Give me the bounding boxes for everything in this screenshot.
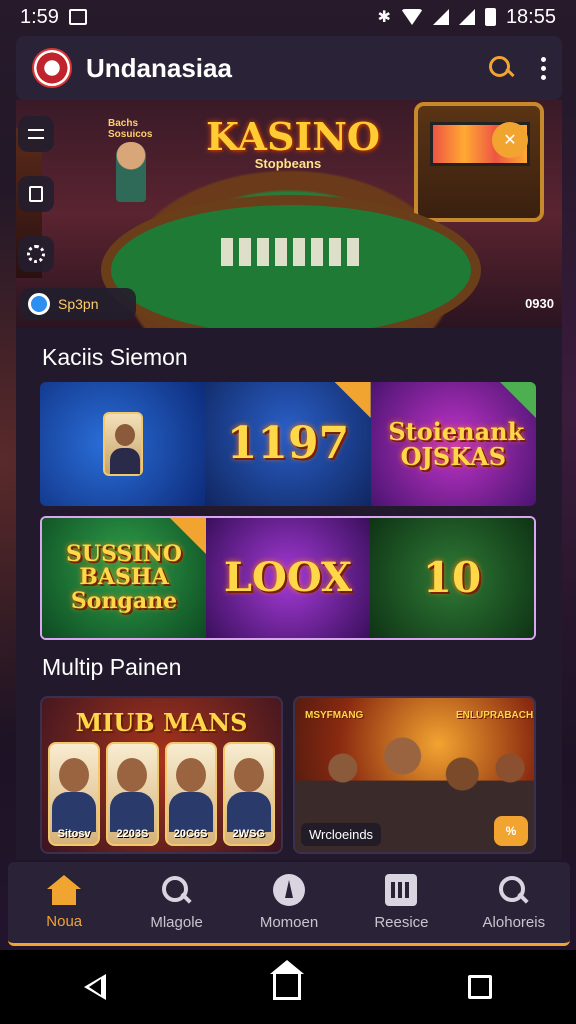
status-bar: 1:59 ✱ 18:55 xyxy=(0,0,576,34)
featured-title: MIUB MANS xyxy=(75,708,248,737)
character-label: 20C6S xyxy=(173,828,208,840)
corner-badge-icon xyxy=(334,382,371,418)
bonus-badge-icon[interactable]: ✕ xyxy=(492,122,528,158)
status-time: 1:59 xyxy=(20,5,59,28)
hero-count: 0930 xyxy=(525,296,554,311)
face-icon xyxy=(233,758,264,792)
signal-icon xyxy=(432,9,449,25)
nav-label: Momoen xyxy=(259,914,319,931)
content-panel: Kaciis Siemon 1197 Stoienank OJSKAS SUSS… xyxy=(16,328,562,860)
hero-subtitle: Stopbeans xyxy=(254,156,322,171)
hero-chip-label: Sp3pn xyxy=(58,296,99,312)
system-nav-bar xyxy=(0,950,576,1024)
nav-item-explore[interactable]: Momoen xyxy=(233,862,345,943)
nav-label: Mlagole xyxy=(150,914,203,931)
game-row-1: 1197 Stoienank OJSKAS xyxy=(40,382,536,506)
corner-badge-icon xyxy=(499,382,536,418)
face-icon xyxy=(117,758,148,792)
home-icon xyxy=(47,875,82,905)
game-tile-loox[interactable]: LOOX xyxy=(206,518,370,638)
game-tile-1197[interactable]: 1197 xyxy=(205,382,371,506)
nav-label: Reesice xyxy=(374,914,429,931)
grid-icon xyxy=(29,186,43,202)
section-title-games: Kaciis Siemon xyxy=(42,344,188,370)
battery-icon xyxy=(484,8,496,26)
search-icon xyxy=(160,874,194,906)
character-card[interactable]: 2203S xyxy=(106,742,159,846)
recents-icon[interactable] xyxy=(468,975,493,999)
settings-button[interactable] xyxy=(18,236,54,272)
featured-caption: Wrcloeinds xyxy=(301,823,382,846)
nav-item-search[interactable]: Mlagole xyxy=(120,862,232,943)
nav-item-more-search[interactable]: Alohoreis xyxy=(458,862,570,943)
featured-row: MIUB MANS Sitosv 2203S 20C6S 2WSG MSYFMA… xyxy=(40,696,536,854)
game-tile-label: 10 xyxy=(422,552,482,602)
status-clock-right: 18:55 xyxy=(505,5,556,28)
game-tile-label: Stoienank OJSKAS xyxy=(388,416,525,471)
dealer-illustration xyxy=(116,142,146,202)
bluetooth-icon: ✱ xyxy=(377,9,391,26)
nav-label: Noua xyxy=(46,913,83,930)
search-icon[interactable] xyxy=(487,54,515,82)
cards-illustration xyxy=(221,238,361,266)
character-label: 2203S xyxy=(116,828,149,840)
back-icon[interactable] xyxy=(83,974,106,1000)
receipt-icon xyxy=(385,874,418,906)
featured-left-sub: MSYFMANG xyxy=(305,710,364,721)
menu-icon xyxy=(28,129,44,139)
section-title-multiplayer: Multip Painen xyxy=(42,654,182,680)
nav-item-receipts[interactable]: Reesice xyxy=(345,862,457,943)
game-row-2: SUSSINO BASHA Songane LOOX 10 xyxy=(40,516,536,640)
compass-icon xyxy=(273,874,306,906)
settings-icon xyxy=(27,245,45,263)
game-tile-10[interactable]: 10 xyxy=(370,518,534,638)
nav-label: Alohoreis xyxy=(482,914,546,931)
character-label: 2WSG xyxy=(232,828,266,840)
game-tile-bingo[interactable] xyxy=(40,382,206,506)
game-tile-label: SUSSINO BASHA Songane xyxy=(66,541,182,614)
app-title: Undanasiaa xyxy=(86,52,232,83)
game-tile-basha[interactable]: SUSSINO BASHA Songane xyxy=(42,518,206,638)
more-vert-icon[interactable] xyxy=(541,56,546,80)
hero-chip[interactable]: Sp3pn xyxy=(20,288,136,320)
face-icon xyxy=(59,758,90,792)
game-tile-ojskas[interactable]: Stoienank OJSKAS xyxy=(370,382,536,506)
slot-machine-illustration xyxy=(414,102,544,222)
character-label: Sitosv xyxy=(57,828,91,840)
player-portrait-icon xyxy=(102,412,143,476)
character-card[interactable]: 2WSG xyxy=(222,742,275,846)
featured-card-mansion[interactable]: MIUB MANS Sitosv 2203S 20C6S 2WSG xyxy=(40,696,283,854)
nav-item-home[interactable]: Noua xyxy=(8,862,120,943)
wifi-icon xyxy=(400,9,423,25)
featured-right-sub: ENLUPRABACHA xyxy=(456,710,536,721)
face-icon xyxy=(175,758,206,792)
search-icon xyxy=(497,874,531,906)
spin-icon xyxy=(28,293,50,315)
casino-logo-icon[interactable] xyxy=(32,48,72,88)
bottom-nav: Noua Mlagole Momoen Reesice Alohoreis xyxy=(8,862,570,946)
game-tile-label: 1197 xyxy=(226,417,350,469)
featured-card-group[interactable]: MSYFMANG ENLUPRABACHA Wrcloeinds % xyxy=(293,696,536,854)
game-tile-label: LOOX xyxy=(223,554,353,601)
character-card[interactable]: 20C6S xyxy=(164,742,217,846)
grid-button[interactable] xyxy=(18,176,54,212)
hero-tag-left: Bachs Sosuicos xyxy=(108,118,153,140)
menu-button[interactable] xyxy=(18,116,54,152)
screenshot-notification-icon xyxy=(68,9,87,25)
character-cards: Sitosv 2203S 20C6S 2WSG xyxy=(48,742,275,846)
character-card[interactable]: Sitosv xyxy=(48,742,101,846)
signal-icon-2 xyxy=(458,9,475,25)
app-bar: Undanasiaa xyxy=(16,36,562,100)
home-button-icon[interactable] xyxy=(269,960,304,1000)
hero-title: KASINO xyxy=(206,114,381,159)
featured-badge[interactable]: % xyxy=(494,816,528,846)
